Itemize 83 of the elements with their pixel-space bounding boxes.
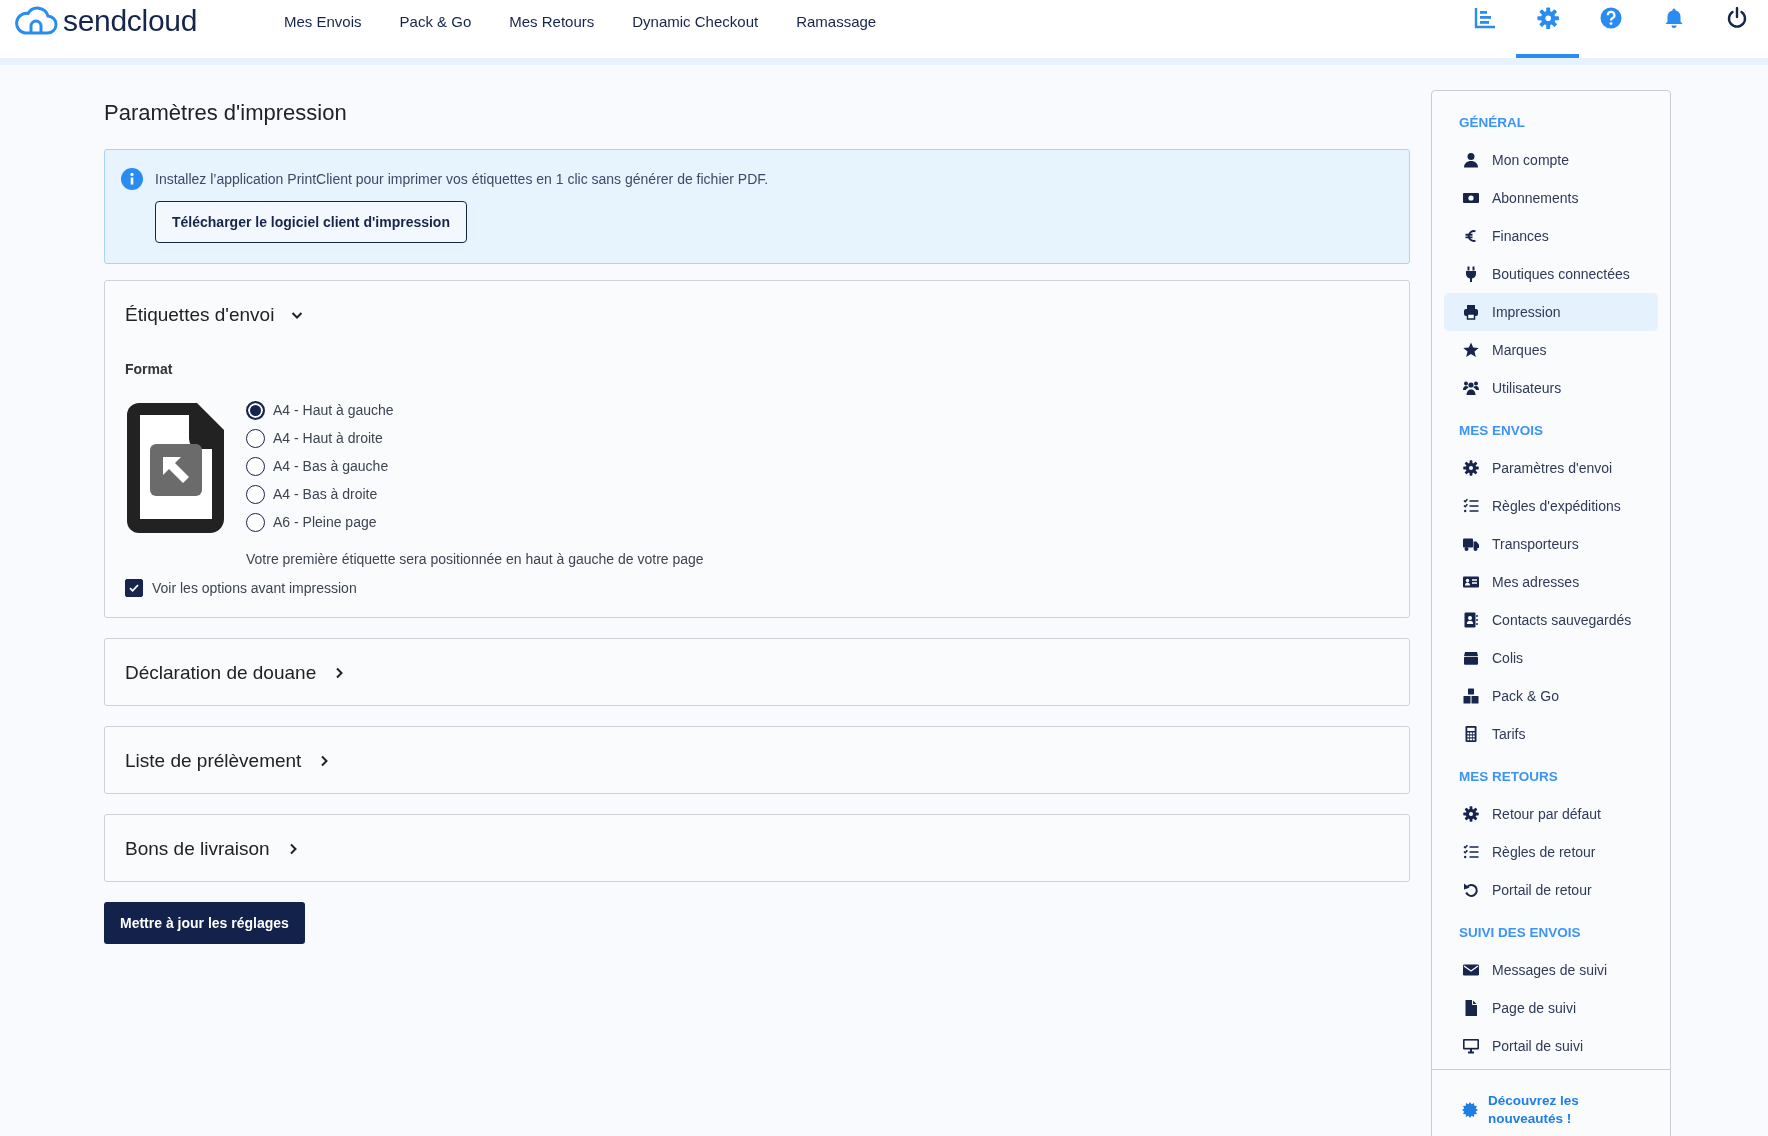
sidebar-item[interactable]: Marques <box>1444 331 1658 369</box>
nav-link[interactable]: Pack & Go <box>399 12 472 30</box>
sidebar-item[interactable]: Règles d'expéditions <box>1444 487 1658 525</box>
monitor-icon <box>1463 1038 1479 1054</box>
nav-link[interactable]: Mes Retours <box>509 12 595 30</box>
hint-text: Votre première étiquette sera positionnée en haut à gauche de votre page <box>246 551 704 567</box>
radio-label[interactable]: A4 - Haut à gauche <box>273 402 394 418</box>
section-title[interactable]: Liste de prélèvement <box>125 750 302 772</box>
banknote-icon <box>1463 190 1479 206</box>
sidebar-item[interactable]: Transporteurs <box>1444 525 1658 563</box>
undo-icon <box>1463 882 1479 898</box>
section-title[interactable]: Étiquettes d'envoi <box>125 304 275 326</box>
chart-icon[interactable] <box>1473 7 1496 29</box>
checkbox-label[interactable]: Voir les options avant impression <box>152 580 357 596</box>
sidebar-item[interactable]: Mes adresses <box>1444 563 1658 601</box>
section-heading: SUIVI DES ENVOIS <box>1458 924 1582 942</box>
settings-icon[interactable] <box>1536 7 1559 29</box>
sidebar-item[interactable]: Messages de suivi <box>1444 951 1658 989</box>
sidebar-item[interactable]: Portail de retour <box>1444 871 1658 909</box>
section-heading: GÉNÉRAL <box>1458 114 1526 132</box>
page-title: Paramètres d'impression <box>104 100 348 126</box>
contact-book-icon <box>1463 612 1479 628</box>
truck-icon <box>1463 536 1479 552</box>
sidebar-item[interactable]: Page de suivi <box>1444 989 1658 1027</box>
radio-label[interactable]: A4 - Haut à droite <box>273 430 383 446</box>
sidebar-item[interactable]: Tarifs <box>1444 715 1658 753</box>
radio-button[interactable] <box>246 428 265 448</box>
update-settings-button[interactable]: Mettre à jour les réglages <box>104 902 305 944</box>
sidebar-item[interactable]: Contacts sauvegardés <box>1444 601 1658 639</box>
radio-button[interactable] <box>246 512 265 532</box>
checklist-icon <box>1463 498 1479 514</box>
sidebar-item[interactable]: Paramètres d'envoi <box>1444 449 1658 487</box>
document-icon <box>1463 1000 1479 1016</box>
info-text: Installez l’application PrintClient pour imprimer vos étiquettes en 1 clic sans générer de fichier PDF. <box>155 171 769 187</box>
help-icon[interactable] <box>1599 7 1622 29</box>
checklist-icon <box>1463 844 1479 860</box>
sidebar-item[interactable]: Règles de retour <box>1444 833 1658 871</box>
power-icon[interactable] <box>1725 7 1748 29</box>
radio-label[interactable]: A6 - Pleine page <box>273 514 377 530</box>
stacked-boxes-icon <box>1463 688 1479 704</box>
badge-icon <box>1462 1101 1478 1118</box>
user-icon <box>1463 152 1479 168</box>
radio-button[interactable] <box>246 400 265 420</box>
nav-link[interactable]: Dynamic Checkout <box>632 12 759 30</box>
sidebar-item[interactable]: Colis <box>1444 639 1658 677</box>
sidebar-item[interactable]: Abonnements <box>1444 179 1658 217</box>
section-heading: MES ENVOIS <box>1458 422 1545 440</box>
info-icon <box>121 168 143 190</box>
radio-label[interactable]: A4 - Bas à droite <box>273 486 378 502</box>
gear-icon <box>1463 806 1479 822</box>
nav-link[interactable]: Ramassage <box>796 12 877 30</box>
cloud-logo-icon <box>14 6 58 36</box>
box-icon <box>1463 650 1479 666</box>
sidebar-item[interactable]: Impression <box>1444 293 1658 331</box>
sidebar-item[interactable]: Boutiques connectées <box>1444 255 1658 293</box>
sidebar-item[interactable]: Mon compte <box>1444 141 1658 179</box>
users-icon <box>1463 380 1479 396</box>
download-button[interactable]: Télécharger le logiciel client d'impression <box>155 201 467 243</box>
check-icon <box>128 582 140 594</box>
gear-icon <box>1463 460 1479 476</box>
id-card-icon <box>1463 574 1479 590</box>
section-title[interactable]: Bons de livraison <box>125 838 270 860</box>
format-label: Format <box>125 361 174 377</box>
brand-name[interactable]: sendcloud <box>63 4 198 38</box>
star-icon <box>1463 342 1479 358</box>
section-heading: MES RETOURS <box>1458 768 1559 786</box>
sidebar-item[interactable]: Finances <box>1444 217 1658 255</box>
whats-new-link[interactable]: Découvrez les nouveautés ! <box>1488 1091 1608 1128</box>
section-title[interactable]: Déclaration de douane <box>125 662 317 684</box>
checkbox[interactable] <box>125 579 143 597</box>
calculator-icon <box>1463 726 1479 742</box>
sidebar-item[interactable]: Utilisateurs <box>1444 369 1658 407</box>
sidebar-item[interactable]: Retour par défaut <box>1444 795 1658 833</box>
envelope-icon <box>1463 962 1479 978</box>
euro-icon <box>1463 228 1479 244</box>
plug-icon <box>1463 266 1479 282</box>
nav-link[interactable]: Mes Envois <box>284 12 362 30</box>
radio-button[interactable] <box>246 456 265 476</box>
printer-icon <box>1463 304 1479 320</box>
sidebar-item[interactable]: Portail de suivi <box>1444 1027 1658 1065</box>
sidebar-item[interactable]: Pack & Go <box>1444 677 1658 715</box>
radio-label[interactable]: A4 - Bas à gauche <box>273 458 389 474</box>
radio-button[interactable] <box>246 484 265 504</box>
